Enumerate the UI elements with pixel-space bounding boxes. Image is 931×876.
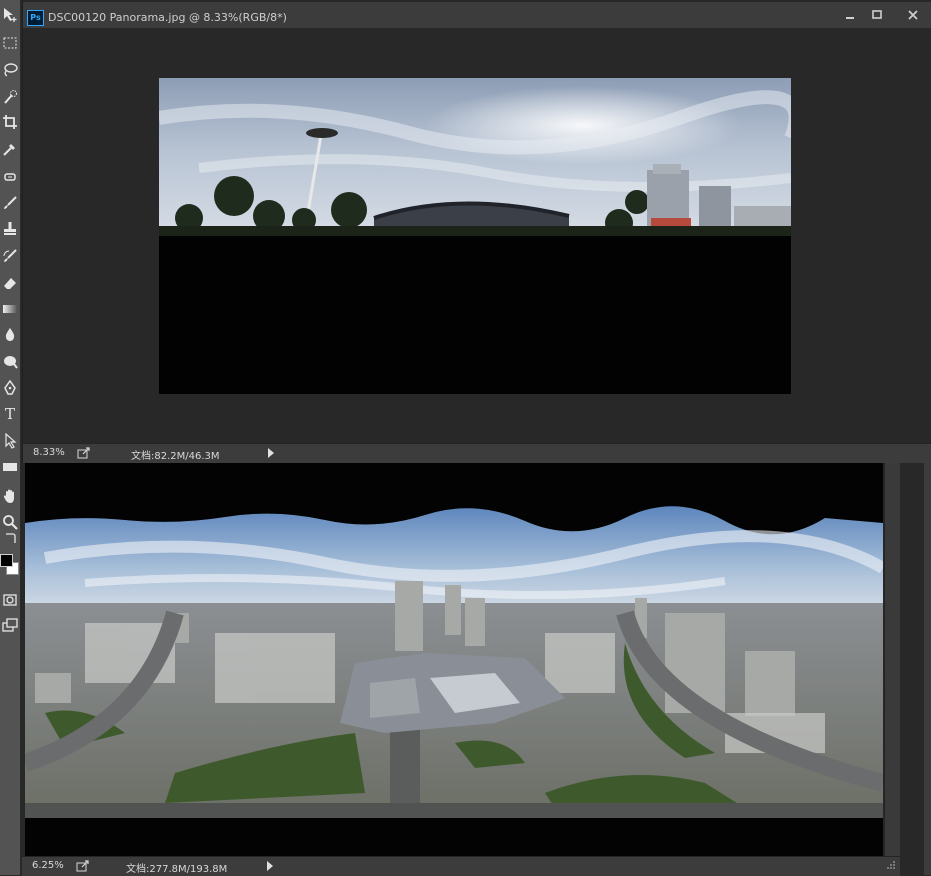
document-size-info: 文档:82.2M/46.3M: [131, 451, 220, 462]
document-size-info: 文档:277.8M/193.8M: [126, 864, 228, 875]
document-canvas-2[interactable]: [25, 463, 883, 856]
photoshop-icon: Ps: [27, 10, 44, 26]
status-menu-arrow-icon[interactable]: [267, 861, 273, 871]
resize-grip-icon[interactable]: [884, 860, 896, 872]
vertical-scrollbar[interactable]: [884, 463, 901, 856]
dodge-tool-icon[interactable]: [0, 350, 20, 372]
type-tool-icon[interactable]: T: [0, 403, 20, 425]
status-bar: 8.33% 文档:82.2M/46.3M: [23, 443, 931, 463]
foreground-color-swatch[interactable]: [0, 554, 13, 567]
pen-tool-icon[interactable]: [0, 377, 20, 399]
screen-mode-icon[interactable]: [0, 614, 20, 636]
rectangle-tool-icon[interactable]: [0, 456, 20, 478]
document-title: DSC00120 Panorama.jpg @ 8.33%(RGB/8*): [48, 11, 287, 24]
hand-tool-icon[interactable]: [0, 485, 20, 507]
spot-healing-tool-icon[interactable]: [0, 166, 20, 188]
quick-mask-icon[interactable]: [0, 589, 20, 611]
panorama-image-partial: [159, 78, 791, 394]
status-menu-arrow-icon[interactable]: [268, 448, 274, 458]
panorama-image-full: [25, 463, 883, 856]
eraser-tool-icon[interactable]: [0, 272, 20, 294]
zoom-tool-icon[interactable]: [0, 511, 20, 533]
clone-stamp-tool-icon[interactable]: [0, 218, 20, 240]
share-icon[interactable]: [77, 446, 91, 460]
marquee-tool-icon[interactable]: [0, 32, 20, 54]
maximize-icon: [872, 10, 882, 19]
document-title-bar[interactable]: Ps DSC00120 Panorama.jpg @ 8.33%(RGB/8*): [23, 2, 931, 29]
close-button[interactable]: [901, 7, 925, 23]
history-brush-tool-icon[interactable]: [0, 245, 20, 267]
brush-tool-icon[interactable]: [0, 192, 20, 214]
lasso-tool-icon[interactable]: [0, 59, 20, 81]
document-canvas-1[interactable]: [23, 28, 931, 442]
right-panel-edge: [924, 463, 931, 875]
gradient-tool-icon[interactable]: [0, 298, 20, 320]
tools-panel: T: [0, 0, 21, 875]
eyedropper-tool-icon[interactable]: [0, 138, 20, 160]
zoom-level[interactable]: 8.33%: [33, 447, 65, 458]
share-icon[interactable]: [76, 859, 90, 873]
crop-tool-icon[interactable]: [0, 111, 20, 133]
path-selection-tool-icon[interactable]: [0, 430, 20, 452]
minimize-button[interactable]: [838, 7, 862, 23]
document-window-1: Ps DSC00120 Panorama.jpg @ 8.33%(RGB/8*): [22, 0, 931, 463]
minimize-icon: [846, 17, 854, 19]
zoom-level[interactable]: 6.25%: [32, 860, 64, 871]
close-icon: [908, 10, 918, 20]
blur-tool-icon[interactable]: [0, 323, 20, 345]
status-bar: 6.25% 文档:277.8M/193.8M: [22, 856, 900, 876]
move-tool-icon[interactable]: [0, 4, 20, 26]
quick-selection-tool-icon[interactable]: [0, 86, 20, 108]
maximize-button[interactable]: [865, 7, 889, 23]
document-window-2: 6.25% 文档:277.8M/193.8M: [22, 463, 901, 876]
swap-colors-icon[interactable]: [0, 532, 20, 546]
